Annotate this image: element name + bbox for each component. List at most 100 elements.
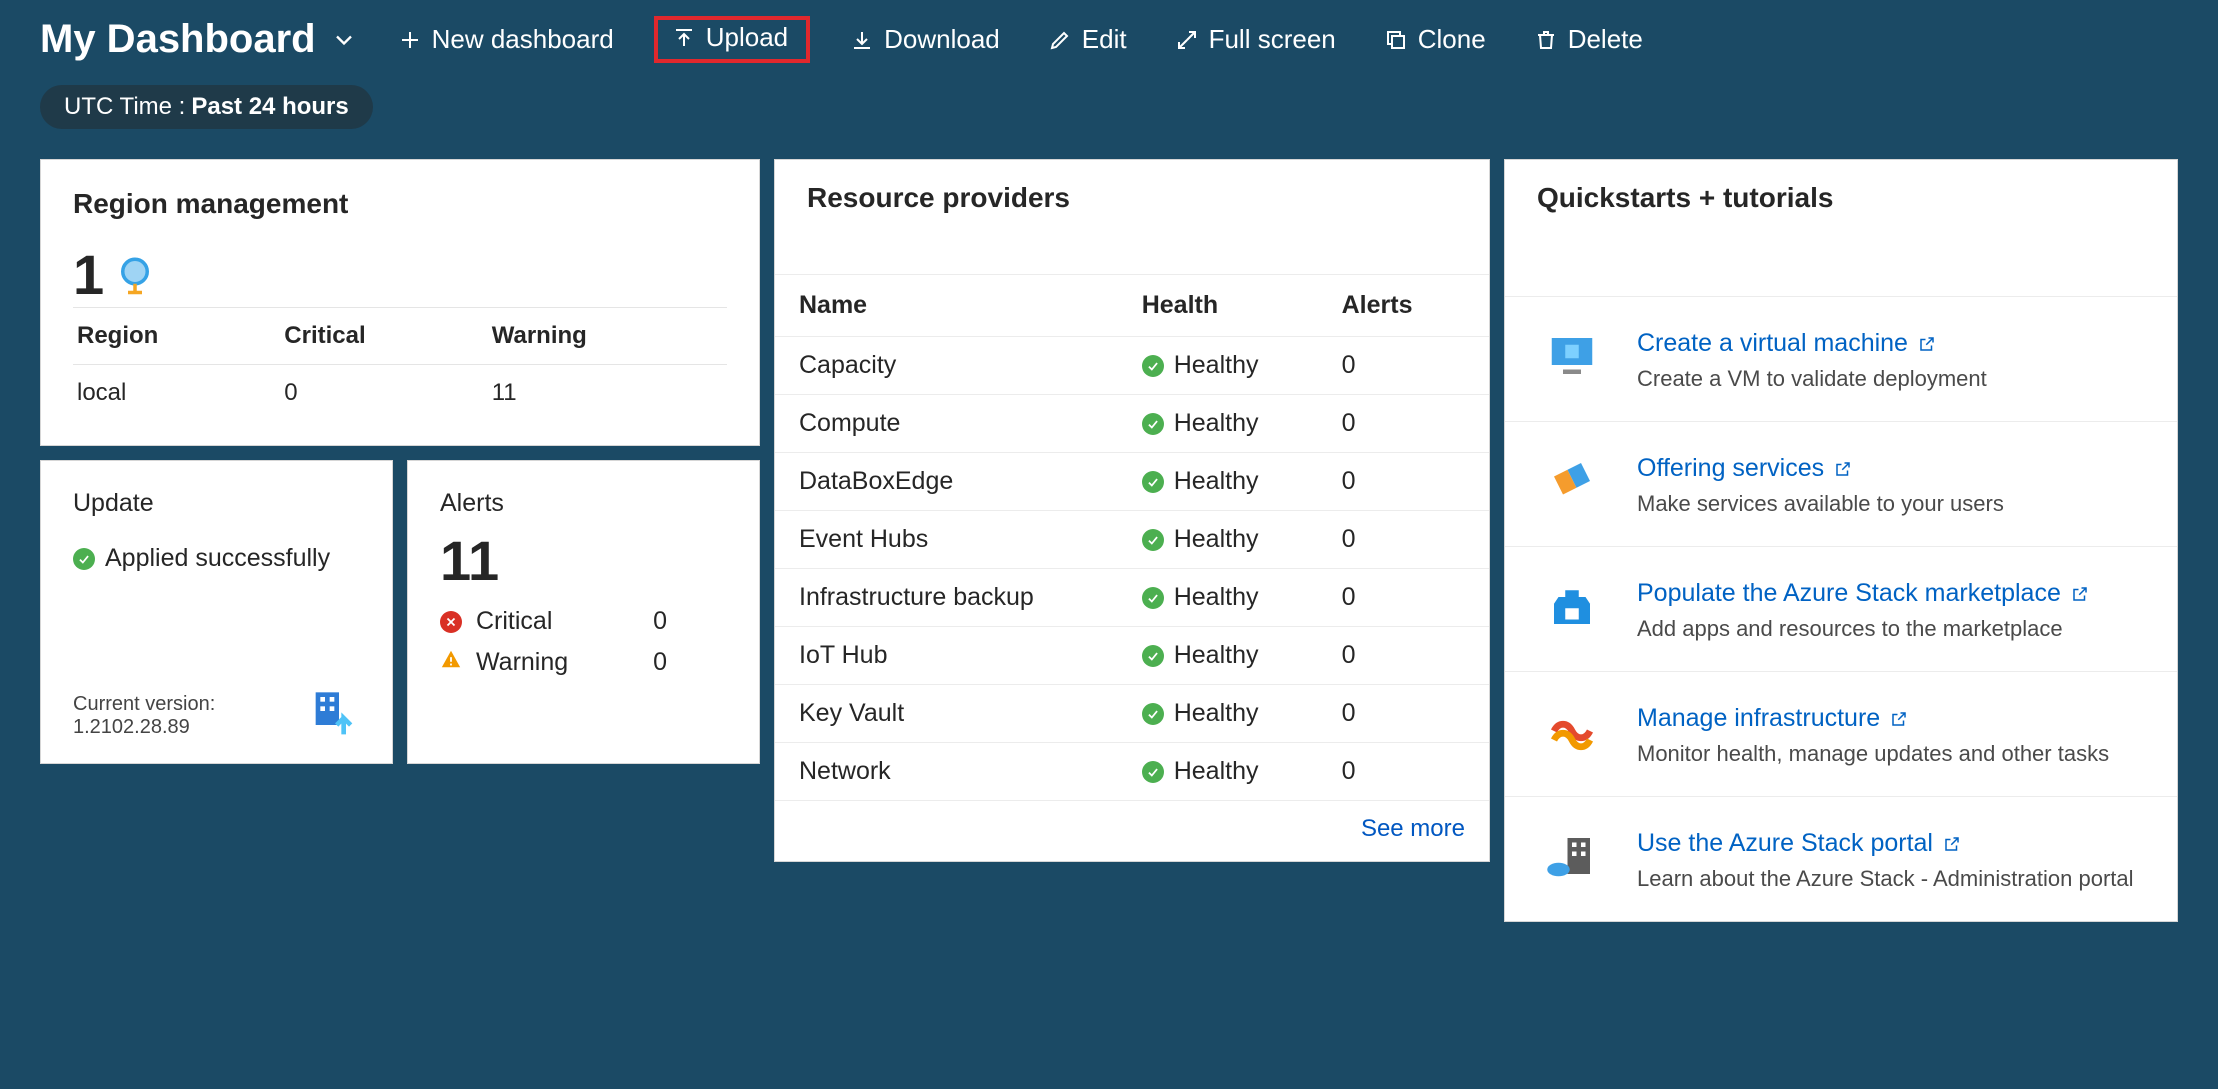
table-header-row: Name Health Alerts — [775, 275, 1489, 337]
table-row[interactable]: Compute Healthy 0 — [775, 395, 1489, 453]
plus-icon — [398, 28, 422, 52]
rp-alerts: 0 — [1318, 569, 1489, 627]
error-icon — [440, 611, 462, 633]
healthy-icon — [1142, 529, 1164, 551]
healthy-icon — [1142, 645, 1164, 667]
rp-name: IoT Hub — [775, 627, 1118, 685]
quickstart-link[interactable]: Use the Azure Stack portal — [1637, 829, 1961, 858]
region-management-tile: Region management 1 Region Critical Warn… — [40, 159, 760, 446]
rp-health: Healthy — [1174, 351, 1259, 380]
current-version-label: Current version: — [73, 693, 215, 716]
quickstart-link[interactable]: Create a virtual machine — [1637, 329, 1936, 358]
rp-name: DataBoxEdge — [775, 453, 1118, 511]
external-link-icon — [1890, 710, 1908, 728]
region-table: Region Critical Warning local 0 11 — [73, 307, 727, 421]
rp-alerts: 0 — [1318, 743, 1489, 801]
region-count: 1 — [73, 242, 104, 307]
table-row[interactable]: Infrastructure backup Healthy 0 — [775, 569, 1489, 627]
warning-icon — [440, 648, 462, 677]
healthy-icon — [1142, 355, 1164, 377]
table-row[interactable]: Capacity Healthy 0 — [775, 337, 1489, 395]
quickstart-item: Use the Azure Stack portal Learn about t… — [1505, 797, 2177, 921]
quickstart-icon — [1537, 329, 1607, 393]
tile-title: Update — [73, 489, 360, 518]
resource-providers-table: Name Health Alerts CapacityHealthy0Compu… — [775, 275, 1489, 801]
alerts-total: 11 — [440, 528, 727, 593]
tile-title: Resource providers — [807, 182, 1457, 214]
quickstart-desc: Monitor health, manage updates and other… — [1637, 741, 2109, 767]
clone-button[interactable]: Clone — [1376, 20, 1494, 59]
update-building-icon — [304, 683, 360, 739]
quickstart-link[interactable]: Offering services — [1637, 454, 1852, 483]
resource-providers-tile: Resource providers Name Health Alerts Ca… — [774, 159, 1490, 862]
quickstart-item: Create a virtual machine Create a VM to … — [1505, 297, 2177, 422]
critical-row[interactable]: Critical 0 — [440, 607, 727, 636]
healthy-icon — [1142, 703, 1164, 725]
table-header-row: Region Critical Warning — [73, 308, 727, 365]
rp-alerts: 0 — [1318, 395, 1489, 453]
upload-button[interactable]: Upload — [654, 16, 810, 63]
see-more-link[interactable]: See more — [1361, 815, 1465, 842]
tile-title: Quickstarts + tutorials — [1537, 182, 2145, 214]
rp-alerts: 0 — [1318, 453, 1489, 511]
table-row[interactable]: IoT Hub Healthy 0 — [775, 627, 1489, 685]
rp-alerts: 0 — [1318, 337, 1489, 395]
rp-health: Healthy — [1174, 641, 1259, 670]
external-link-icon — [1918, 335, 1936, 353]
download-icon — [850, 28, 874, 52]
table-row[interactable]: Event Hubs Healthy 0 — [775, 511, 1489, 569]
rp-alerts: 0 — [1318, 511, 1489, 569]
delete-button[interactable]: Delete — [1526, 20, 1651, 59]
rp-alerts: 0 — [1318, 685, 1489, 743]
rp-alerts: 0 — [1318, 627, 1489, 685]
upload-icon — [672, 26, 696, 50]
quickstart-desc: Make services available to your users — [1637, 491, 2004, 517]
table-row[interactable]: local 0 11 — [73, 365, 727, 422]
quickstart-desc: Add apps and resources to the marketplac… — [1637, 616, 2089, 642]
clone-icon — [1384, 28, 1408, 52]
external-link-icon — [1834, 460, 1852, 478]
fullscreen-button[interactable]: Full screen — [1167, 20, 1344, 59]
rp-name: Key Vault — [775, 685, 1118, 743]
healthy-icon — [1142, 587, 1164, 609]
quickstart-desc: Learn about the Azure Stack - Administra… — [1637, 866, 2134, 892]
warning-row[interactable]: Warning 0 — [440, 648, 727, 677]
rp-health: Healthy — [1174, 583, 1259, 612]
quickstart-item: Offering services Make services availabl… — [1505, 422, 2177, 547]
quickstart-desc: Create a VM to validate deployment — [1637, 366, 1987, 392]
rp-name: Infrastructure backup — [775, 569, 1118, 627]
table-row[interactable]: Key Vault Healthy 0 — [775, 685, 1489, 743]
rp-name: Capacity — [775, 337, 1118, 395]
tile-title: Alerts — [440, 489, 727, 518]
external-link-icon — [2071, 585, 2089, 603]
rp-health: Healthy — [1174, 699, 1259, 728]
quickstarts-tile: Quickstarts + tutorials Create a virtual… — [1504, 159, 2178, 922]
quickstart-link[interactable]: Manage infrastructure — [1637, 704, 1908, 733]
alerts-tile: Alerts 11 Critical 0 Warning 0 — [407, 460, 760, 764]
edit-button[interactable]: Edit — [1040, 20, 1135, 59]
quickstart-icon — [1537, 454, 1607, 518]
table-row[interactable]: DataBoxEdgeHealthy0 — [775, 453, 1489, 511]
table-row[interactable]: NetworkHealthy0 — [775, 743, 1489, 801]
dashboard-title-dropdown[interactable]: My Dashboard — [40, 17, 358, 62]
update-tile: Update Applied successfully Current vers… — [40, 460, 393, 764]
fullscreen-icon — [1175, 28, 1199, 52]
external-link-icon — [1943, 835, 1961, 853]
quickstart-link[interactable]: Populate the Azure Stack marketplace — [1637, 579, 2089, 608]
rp-health: Healthy — [1174, 409, 1259, 438]
quickstart-item: Manage infrastructure Monitor health, ma… — [1505, 672, 2177, 797]
current-version-value: 1.2102.28.89 — [73, 716, 215, 739]
tile-title: Region management — [73, 188, 727, 220]
quickstart-icon — [1537, 704, 1607, 768]
chevron-down-icon — [330, 26, 358, 54]
rp-name: Network — [775, 743, 1118, 801]
time-range-filter[interactable]: UTC Time : Past 24 hours — [40, 85, 373, 129]
pencil-icon — [1048, 28, 1072, 52]
download-button[interactable]: Download — [842, 20, 1008, 59]
healthy-icon — [1142, 761, 1164, 783]
rp-name: Event Hubs — [775, 511, 1118, 569]
new-dashboard-button[interactable]: New dashboard — [390, 20, 622, 59]
rp-name: Compute — [775, 395, 1118, 453]
rp-health: Healthy — [1174, 525, 1259, 554]
success-icon — [73, 548, 95, 570]
